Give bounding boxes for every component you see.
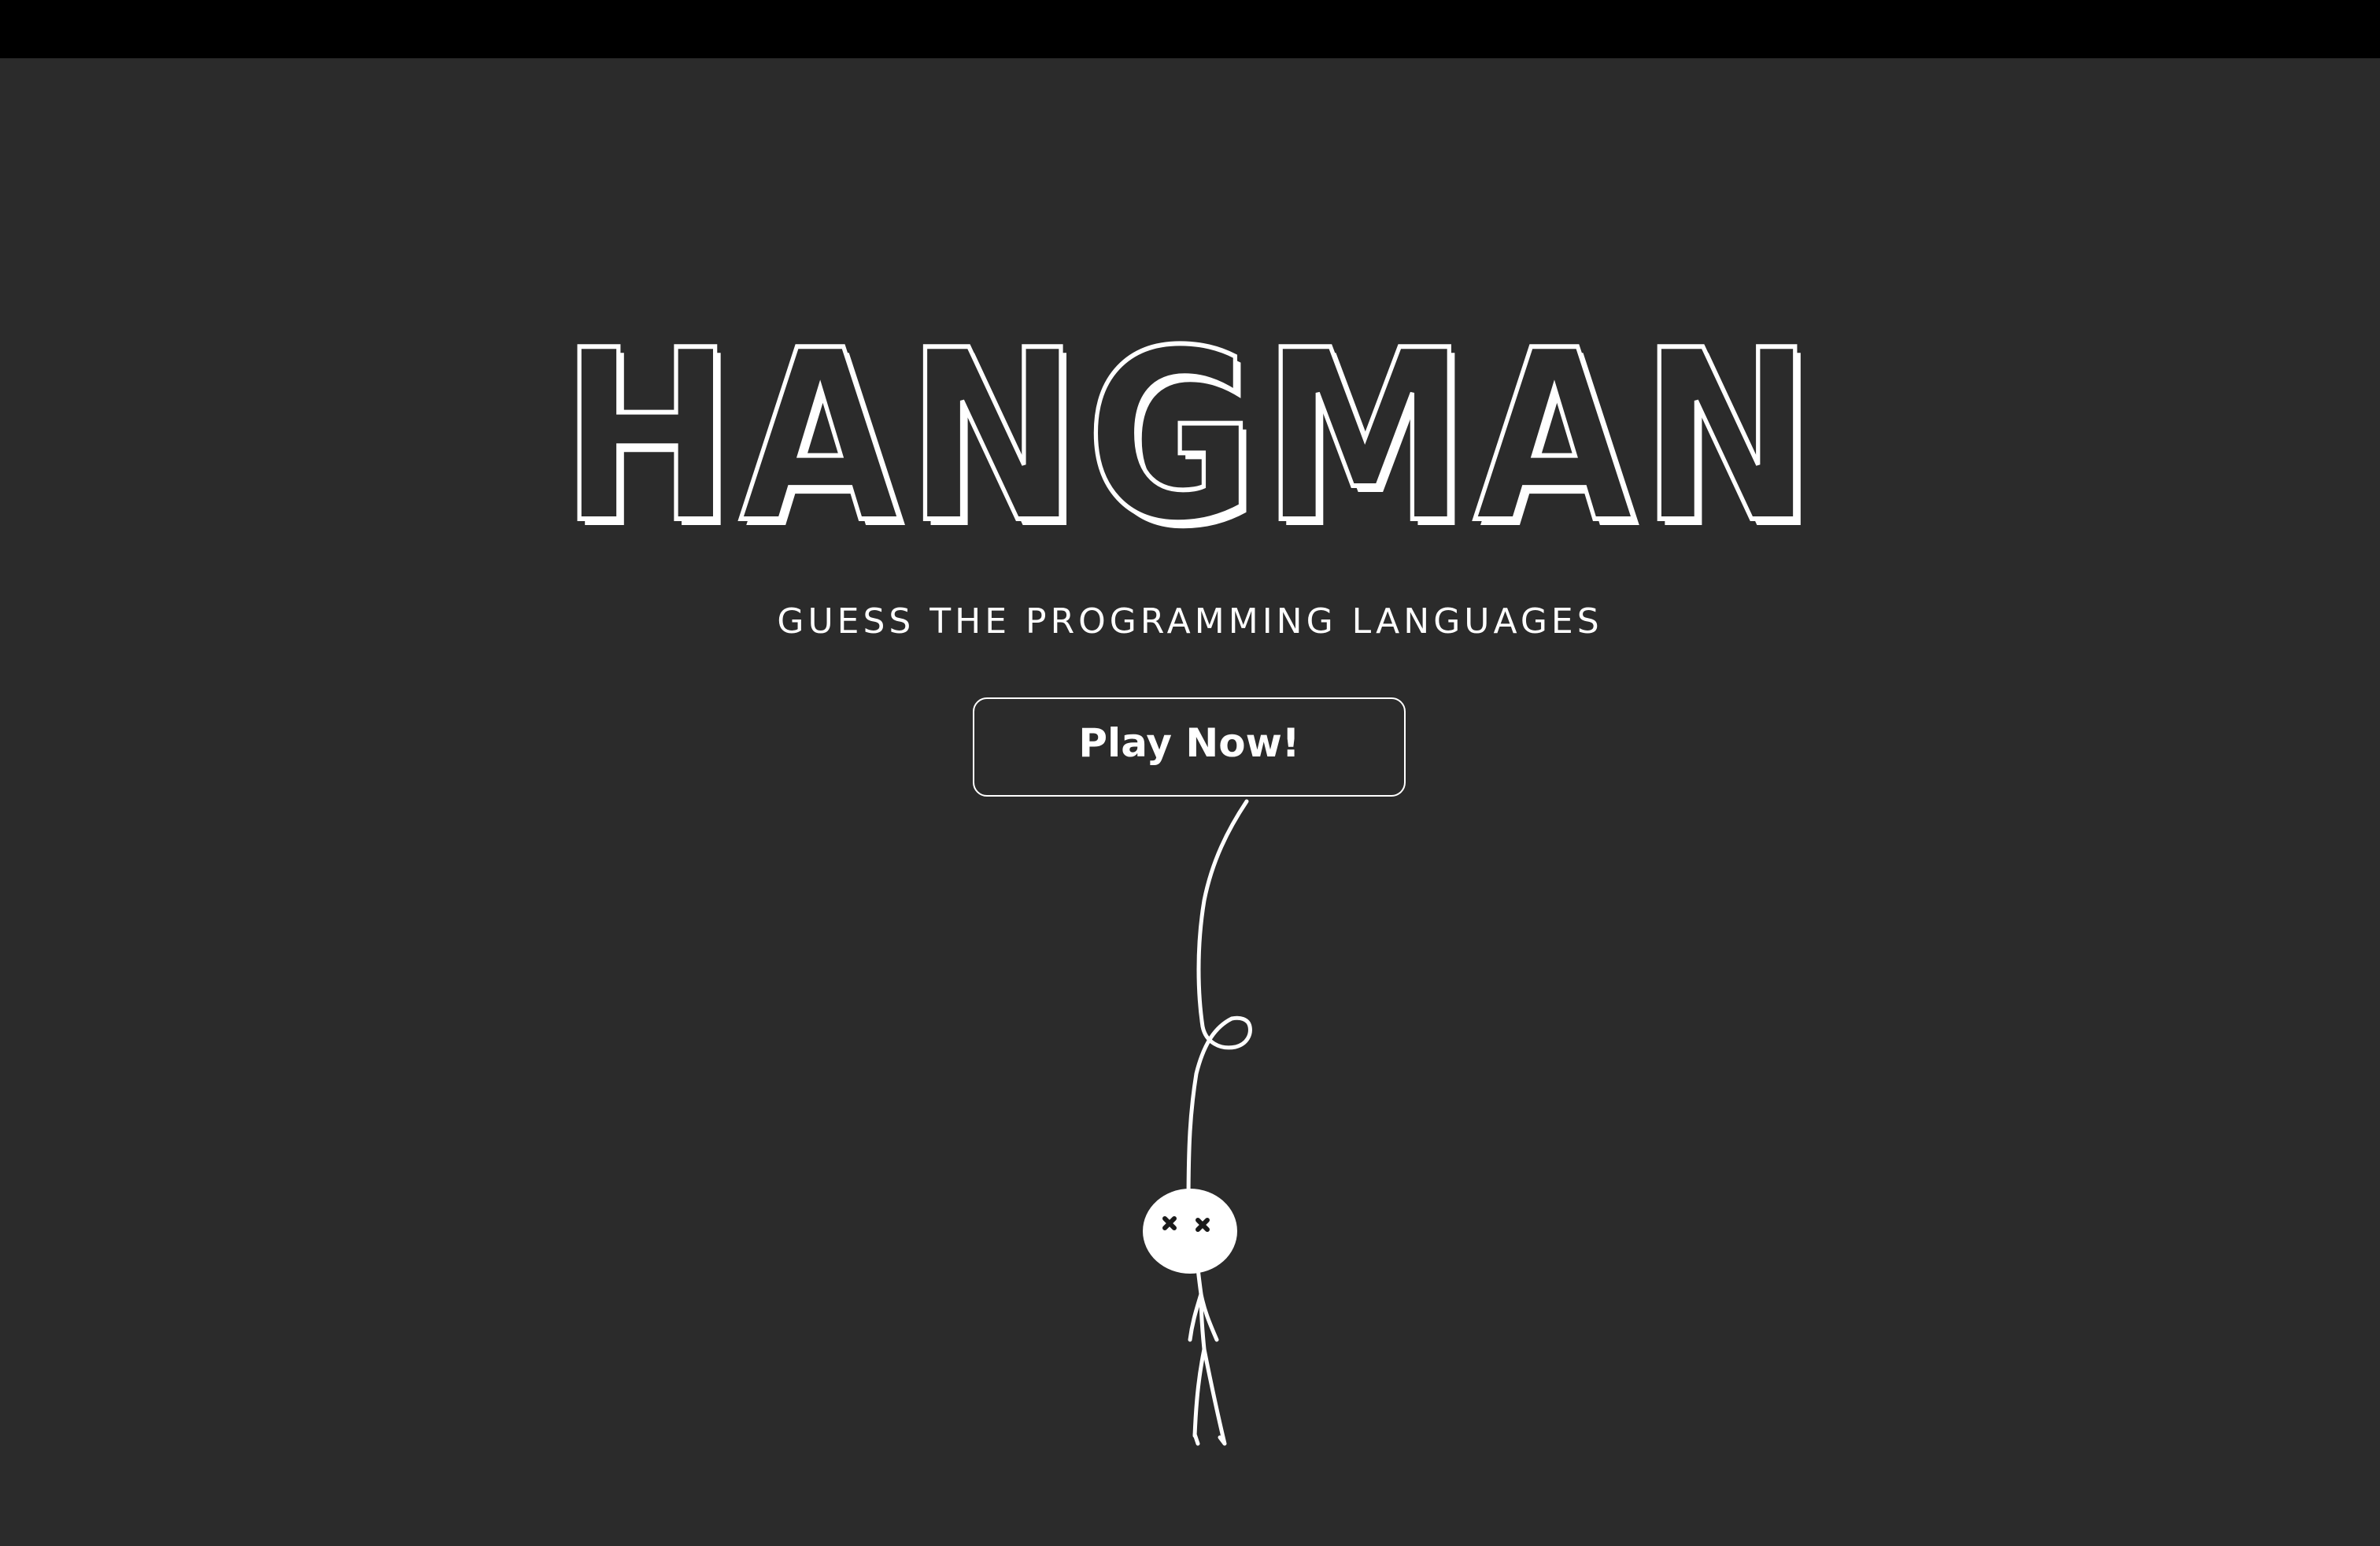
game-title: HANGMAN xyxy=(558,300,1820,575)
hanging-stickman-icon xyxy=(1143,799,1252,1446)
start-screen: HANGMAN GUESS THE PROGRAMMING LANGUAGES … xyxy=(0,58,2380,1546)
stickman-head xyxy=(1143,1189,1237,1274)
rope xyxy=(1186,799,1252,1210)
stickman-legs xyxy=(1192,1347,1227,1446)
stickman-arms xyxy=(1188,1292,1219,1352)
top-bar xyxy=(0,0,2380,58)
play-now-button[interactable]: Play Now! xyxy=(973,697,1406,797)
game-subtitle: GUESS THE PROGRAMMING LANGUAGES xyxy=(777,601,1603,642)
